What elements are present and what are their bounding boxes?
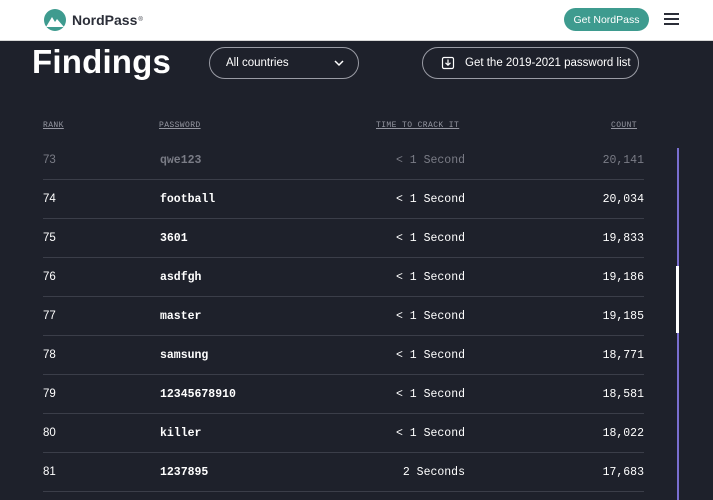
time-to-crack-cell: < 1 Second [395, 193, 465, 206]
time-to-crack-cell: < 1 Second [395, 349, 465, 362]
table-row: 74 football < 1 Second 20,034 [0, 180, 713, 219]
count-cell: 19,185 [602, 310, 644, 323]
table-row: 76 asdfgh < 1 Second 19,186 [0, 258, 713, 297]
nordpass-logo[interactable]: NordPass ® [43, 9, 143, 31]
password-cell: football [160, 193, 216, 206]
time-to-crack-cell: < 1 Second [395, 388, 465, 401]
password-cell: 12345678910 [160, 388, 236, 401]
chevron-down-icon [334, 60, 344, 67]
page-title: Findings [32, 43, 172, 80]
password-cell: 3601 [160, 232, 188, 245]
table-row: 78 samsung < 1 Second 18,771 [0, 336, 713, 375]
table-row: 75 3601 < 1 Second 19,833 [0, 219, 713, 258]
rank-cell: 80 [43, 427, 56, 439]
time-to-crack-cell: < 1 Second [395, 427, 465, 440]
download-icon [441, 56, 455, 70]
count-cell: 20,034 [602, 193, 644, 206]
count-cell: 19,186 [602, 271, 644, 284]
time-to-crack-cell: < 1 Second [395, 310, 465, 323]
row-divider [43, 491, 644, 492]
time-to-crack-cell: 2 Seconds [402, 466, 465, 479]
get-nordpass-button[interactable]: Get NordPass [564, 8, 649, 31]
registered-mark: ® [138, 17, 143, 23]
table-row: 73 qwe123 < 1 Second 20,141 [0, 141, 713, 180]
time-to-crack-cell: < 1 Second [395, 154, 465, 167]
password-cell: master [160, 310, 202, 323]
nordpass-mountain-icon [44, 9, 66, 31]
country-select-value: All countries [226, 57, 289, 69]
column-header-time-to-crack[interactable]: TIME TO CRACK IT [376, 121, 459, 130]
column-header-password[interactable]: PASSWORD [159, 121, 201, 130]
rank-cell: 73 [43, 154, 56, 166]
brand-name: NordPass [72, 12, 138, 28]
count-cell: 20,141 [602, 154, 644, 167]
table-row: 80 killer < 1 Second 18,022 [0, 414, 713, 453]
count-cell: 18,581 [602, 388, 644, 401]
hamburger-menu-icon[interactable] [664, 13, 680, 25]
rank-cell: 78 [43, 349, 56, 361]
column-header-rank[interactable]: RANK [43, 121, 64, 130]
rank-cell: 75 [43, 232, 56, 244]
password-cell: qwe123 [160, 154, 202, 167]
password-cell: samsung [160, 349, 209, 362]
password-cell: killer [160, 427, 202, 440]
password-cell: 1237895 [160, 466, 209, 479]
count-cell: 18,771 [602, 349, 644, 362]
country-select[interactable]: All countries [209, 47, 359, 79]
rank-cell: 74 [43, 193, 56, 205]
table-row: 81 1237895 2 Seconds 17,683 [0, 453, 713, 492]
rank-cell: 79 [43, 388, 56, 400]
column-header-count[interactable]: COUNT [611, 121, 637, 130]
table-row: 79 12345678910 < 1 Second 18,581 [0, 375, 713, 414]
table-row: 77 master < 1 Second 19,185 [0, 297, 713, 336]
time-to-crack-cell: < 1 Second [395, 232, 465, 245]
download-button-label: Get the 2019-2021 password list [465, 57, 631, 69]
count-cell: 19,833 [602, 232, 644, 245]
rank-cell: 81 [43, 466, 56, 478]
rank-cell: 77 [43, 310, 56, 322]
table-scrollbar-thumb[interactable] [676, 266, 679, 333]
download-password-list-button[interactable]: Get the 2019-2021 password list [422, 47, 639, 79]
count-cell: 18,022 [602, 427, 644, 440]
top-navigation-bar: NordPass ® Get NordPass [0, 0, 713, 41]
rank-cell: 76 [43, 271, 56, 283]
time-to-crack-cell: < 1 Second [395, 271, 465, 284]
count-cell: 17,683 [602, 466, 644, 479]
password-cell: asdfgh [160, 271, 202, 284]
